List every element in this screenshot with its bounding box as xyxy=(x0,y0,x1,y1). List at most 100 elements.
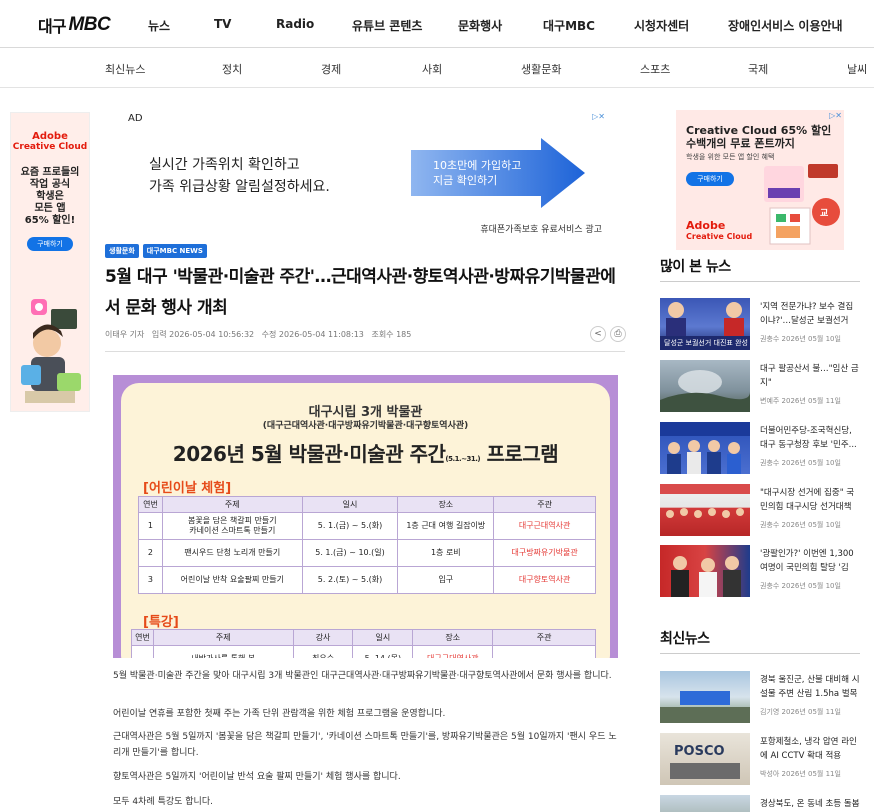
nav-culture-events[interactable]: 문화행사 xyxy=(458,17,502,34)
top-banner-ad[interactable]: AD ▷✕ 실시간 가족위치 확인하고 가족 위급상황 알림설정하세요. 10초… xyxy=(123,110,607,236)
nav-news[interactable]: 뉴스 xyxy=(148,17,170,34)
ad-choices-icon[interactable]: ▷✕ xyxy=(829,111,842,120)
right-banner-ad[interactable]: ▷✕ Creative Cloud 65% 할인 수백개의 무료 폰트까지 학생… xyxy=(676,110,844,250)
ad-right-buy-button[interactable]: 구매하기 xyxy=(686,172,734,186)
news-thumbnail xyxy=(660,671,750,723)
news-date: 권충수 2026년 05월 10일 xyxy=(760,521,841,529)
poster-section-lecture: [특강] xyxy=(143,615,179,630)
news-thumbnail xyxy=(660,422,750,474)
share-icon[interactable]: < xyxy=(590,326,606,342)
posted-date: 입력 2026-05-04 10:56:32 xyxy=(151,330,255,339)
view-count: 조회수 185 xyxy=(371,330,412,339)
nav-radio[interactable]: Radio xyxy=(276,17,314,31)
sub-nav: 최신뉴스 정치 경제 사회 생활문화 스포츠 국제 날씨 xyxy=(0,48,874,88)
nav-youtube[interactable]: 유튜브 콘텐츠 xyxy=(352,17,422,34)
meta-divider xyxy=(105,351,625,352)
poster-card: 대구시립 3개 박물관 (대구근대역사관·대구방짜유기박물관·대구향토역사관) … xyxy=(121,383,610,658)
tag-category[interactable]: 생활문화 xyxy=(105,244,139,258)
article-poster-image: 대구시립 3개 박물관 (대구근대역사관·대구방짜유기박물관·대구향토역사관) … xyxy=(113,375,618,658)
svg-text:교: 교 xyxy=(820,208,828,219)
adobe-logo: Adobe Creative Cloud xyxy=(686,219,753,241)
nav-tv[interactable]: TV xyxy=(214,17,231,31)
latest-news-item[interactable]: 경북 울진군, 산불 대비해 시설물 주변 산림 1.5ha 벌목 김기영 20… xyxy=(660,671,860,725)
thumb-illustration xyxy=(660,691,750,723)
popular-news-title: 많이 본 뉴스 xyxy=(660,259,731,275)
subnav-world[interactable]: 국제 xyxy=(748,61,768,77)
poster-line2: (대구근대역사관·대구방짜유기박물관·대구향토역사관) xyxy=(262,421,469,431)
subnav-society[interactable]: 사회 xyxy=(422,61,442,77)
article-paragraph-5: 모두 4차례 특강도 합니다. xyxy=(113,797,213,807)
article-meta: 이태우 기자 입력 2026-05-04 10:56:32 수정 2026-05… xyxy=(105,329,416,340)
subnav-latest[interactable]: 최신뉴스 xyxy=(105,61,145,77)
article-paragraph-4: 향토역사관은 5일까지 '어린이날 반석 요술 팔찌 만들기' 체험 행사를 합… xyxy=(113,772,401,782)
subnav-economy[interactable]: 경제 xyxy=(321,61,341,77)
ad-left-buy-button[interactable]: 구매하기 xyxy=(27,237,73,251)
popular-news-item[interactable]: 대구 팔공산서 불…"임산 금지" 변예주 2026년 05월 11일 xyxy=(660,360,860,414)
news-title[interactable]: 더불어민주당-조국혁신당, 대구 동구청장 후보 '민주... xyxy=(760,424,860,452)
popular-news-item[interactable]: "대구시장 선거에 집중" 국민의힘 대구시당 선거대책위... 권충수 202… xyxy=(660,484,860,538)
table-row: 내방가사를 통해 본 최우수 5. 14.(목) 대구근대역사관 xyxy=(131,645,596,658)
news-thumbnail xyxy=(660,484,750,536)
news-date: 박성아 2026년 05월 11일 xyxy=(760,770,841,778)
news-title[interactable]: 대구 팔공산서 불…"임산 금지" xyxy=(760,362,860,390)
nav-viewer-center[interactable]: 시청자센터 xyxy=(634,17,689,34)
nav-accessibility[interactable]: 장애인서비스 이용안내 xyxy=(728,17,843,34)
svg-text:POSCO: POSCO xyxy=(674,744,725,759)
thumb-illustration xyxy=(660,422,750,474)
news-title[interactable]: '지역 전문가냐? 보수 결집이냐?'…달성군 보궐선거 대... xyxy=(760,300,860,328)
news-title[interactable]: 경북 울진군, 산불 대비해 시설물 주변 산림 1.5ha 벌목 xyxy=(760,673,860,701)
latest-news-item[interactable]: POSCO 포항제철소, 냉각 압연 라인에 AI CCTV 확대 적용 박성아… xyxy=(660,733,860,787)
news-title[interactable]: 경상북도, 온 동네 초등 돌봄 xyxy=(760,797,860,811)
ad-top-footer: 휴대폰가족보호 유료서비스 광고 xyxy=(480,225,602,235)
ad-top-cta[interactable]: 10초만에 가입하고 지금 확인하기 xyxy=(433,158,521,188)
subnav-sports[interactable]: 스포츠 xyxy=(640,61,670,77)
ad-label: AD xyxy=(128,113,143,124)
daegu-mbc-logo[interactable]: 대구 MBC xyxy=(38,14,111,36)
poster-table-lecture: 연번 주제 강사 일시 장소 주관 내방가사를 통해 본 최우수 5. 14.(… xyxy=(131,629,596,658)
subnav-weather[interactable]: 날씨 xyxy=(847,61,867,77)
adobe-logo: Adobe Creative Cloud xyxy=(12,131,88,152)
thumb-illustration xyxy=(671,556,741,597)
latest-divider xyxy=(660,653,860,654)
news-date: 변예주 2026년 05월 11일 xyxy=(760,397,841,405)
popular-news-item[interactable]: 더불어민주당-조국혁신당, 대구 동구청장 후보 '민주... 권충수 2026… xyxy=(660,422,860,476)
ad-choices-icon[interactable]: ▷✕ xyxy=(592,112,605,121)
reporter: 이태우 기자 xyxy=(105,330,145,339)
news-date: 권충수 2026년 05월 10일 xyxy=(760,335,841,343)
subnav-life-culture[interactable]: 생활문화 xyxy=(521,61,561,77)
news-title[interactable]: 포항제철소, 냉각 압연 라인에 AI CCTV 확대 적용 xyxy=(760,735,860,763)
table-row: 2 팬시우드 단청 노리개 만들기 5. 1.(금) ~ 10.(일) 1층 로… xyxy=(138,539,596,567)
thumb-illustration xyxy=(660,484,750,518)
print-icon[interactable]: ⎙ xyxy=(610,326,626,342)
thumb-caption: 달성군 보궐선거 대진표 완성 xyxy=(664,339,748,347)
table-row: 3 어린이날 반착 요술팔찌 만들기 5. 2.(토) ~ 5.(화) 입구 대… xyxy=(138,566,596,594)
ad-design-collage: 교 xyxy=(764,164,840,245)
news-thumbnail xyxy=(660,360,750,412)
article-paragraph-3: 근대역사관은 5월 5일까지 '봄꽃을 담은 책갈피 만들기', '카네이션 스… xyxy=(113,732,617,758)
news-title[interactable]: "대구시장 선거에 집중" 국민의힘 대구시당 선거대책위... xyxy=(760,486,860,514)
latest-news-title: 최신뉴스 xyxy=(660,631,710,647)
nav-daegu-mbc[interactable]: 대구MBC xyxy=(543,17,595,34)
popular-news-item[interactable]: 달성군 보궐선거 대진표 완성 '지역 전문가냐? 보수 결집이냐?'…달성군 … xyxy=(660,298,860,352)
article-paragraph-1: 5월 박물관·미술관 주간을 맞아 대구시립 3개 박물관인 대구근대역사관·대… xyxy=(113,671,612,681)
poster-section-children: [어린이날 체험] xyxy=(143,481,232,496)
latest-news-item[interactable]: 경상북도, 온 동네 초등 돌봄 xyxy=(660,795,860,812)
article-tags: 생활문화 대구MBC NEWS xyxy=(105,244,207,258)
poster-table-children: 연번 주제 일시 장소 주관 1 봄꽃을 담은 책갈피 만들기 카네이션 스마트톡… xyxy=(138,496,596,594)
logo-mbc: MBC xyxy=(68,14,111,35)
news-date: 권충수 2026년 05월 10일 xyxy=(760,459,841,467)
subnav-politics[interactable]: 정치 xyxy=(222,61,242,77)
article-paragraph-2: 어린이날 연휴를 포함한 첫째 주는 가족 단위 관람객을 위한 체험 프로그램… xyxy=(113,709,446,719)
ad-left-text: 요즘 프로들의 작업 공식 학생은 모든 앱 65% 할인! xyxy=(20,167,80,226)
poster-title: 2026년 5월 박물관·미술관 주간(5.1.~31.) 프로그램 xyxy=(172,442,559,466)
popular-news-item[interactable]: '광팔인가?' 이번엔 1,300여명이 국민의힘 탈당 '김부... 권충수 … xyxy=(660,545,860,599)
news-date: 권충수 2026년 05월 10일 xyxy=(760,582,841,590)
news-title[interactable]: '광팔인가?' 이번엔 1,300여명이 국민의힘 탈당 '김부... xyxy=(760,547,860,575)
ad-right-sub: 학생을 위한 모든 앱 할인 혜택 xyxy=(686,153,775,161)
thumb-illustration xyxy=(660,370,750,412)
left-banner-ad[interactable]: Adobe Creative Cloud 요즘 프로들의 작업 공식 학생은 모… xyxy=(10,112,90,412)
popular-divider xyxy=(660,281,860,282)
tag-source[interactable]: 대구MBC NEWS xyxy=(142,244,207,258)
updated-date: 수정 2026-05-04 11:08:13 xyxy=(261,330,364,339)
ad-top-message: 실시간 가족위치 확인하고 가족 위급상황 알림설정하세요. xyxy=(149,157,330,195)
